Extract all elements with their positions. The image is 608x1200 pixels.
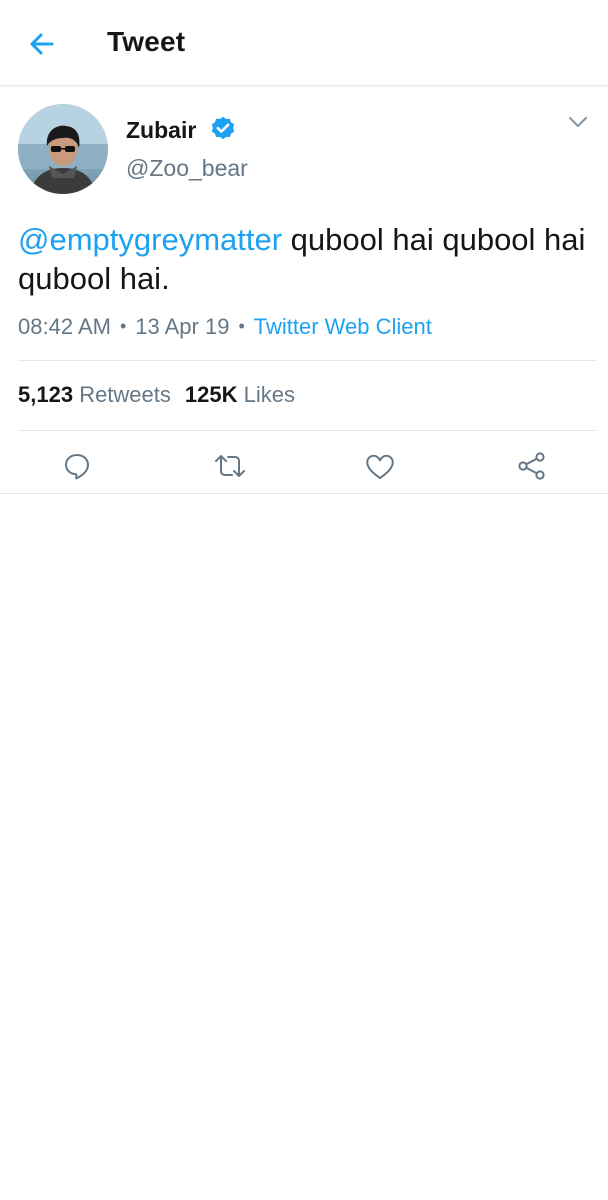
tweet-meta: 08:42 AM • 13 Apr 19 • Twitter Web Client: [18, 314, 432, 340]
tweet-actions: [0, 438, 608, 494]
author-handle[interactable]: @Zoo_bear: [126, 155, 248, 182]
divider: [18, 430, 596, 431]
likes-stat[interactable]: 125K Likes: [185, 382, 295, 407]
avatar[interactable]: [18, 104, 108, 194]
top-app-bar: Tweet: [0, 0, 608, 86]
reply-icon: [65, 454, 89, 480]
tweet-text: @emptygreymatter qubool hai qubool hai q…: [18, 220, 593, 298]
like-button[interactable]: [360, 446, 400, 486]
mention-link[interactable]: @emptygreymatter: [18, 222, 282, 257]
like-icon: [366, 454, 394, 479]
author-name[interactable]: Zubair: [126, 117, 196, 144]
arrow-left-icon: [30, 33, 54, 55]
back-button[interactable]: [22, 24, 62, 64]
tweet-time: 08:42 AM: [18, 314, 111, 339]
verified-badge-icon: [211, 116, 235, 140]
tweet-stats: 5,123 Retweets 125K Likes: [18, 382, 295, 408]
divider: [18, 360, 596, 361]
avatar-photo: [18, 104, 108, 194]
retweets-label: Retweets: [79, 382, 171, 407]
retweets-count: 5,123: [18, 382, 74, 407]
chevron-down-icon: [568, 116, 588, 128]
retweet-button[interactable]: [210, 446, 250, 486]
tweet-menu-button[interactable]: [566, 110, 590, 134]
page-title: Tweet: [107, 26, 186, 57]
reply-button[interactable]: [57, 446, 97, 486]
tweet-detail: Zubair @Zoo_bear @emptygreymatter qubool…: [0, 86, 608, 494]
retweet-icon: [215, 455, 245, 477]
tweet-client-link[interactable]: Twitter Web Client: [254, 314, 432, 339]
share-icon: [518, 452, 545, 480]
meta-separator: •: [119, 316, 127, 336]
retweets-stat[interactable]: 5,123 Retweets: [18, 382, 171, 407]
tweet-date: 13 Apr 19: [135, 314, 230, 339]
likes-count: 125K: [184, 382, 238, 407]
meta-separator: •: [238, 316, 245, 336]
share-button[interactable]: [512, 446, 552, 486]
likes-label: Likes: [243, 382, 295, 407]
